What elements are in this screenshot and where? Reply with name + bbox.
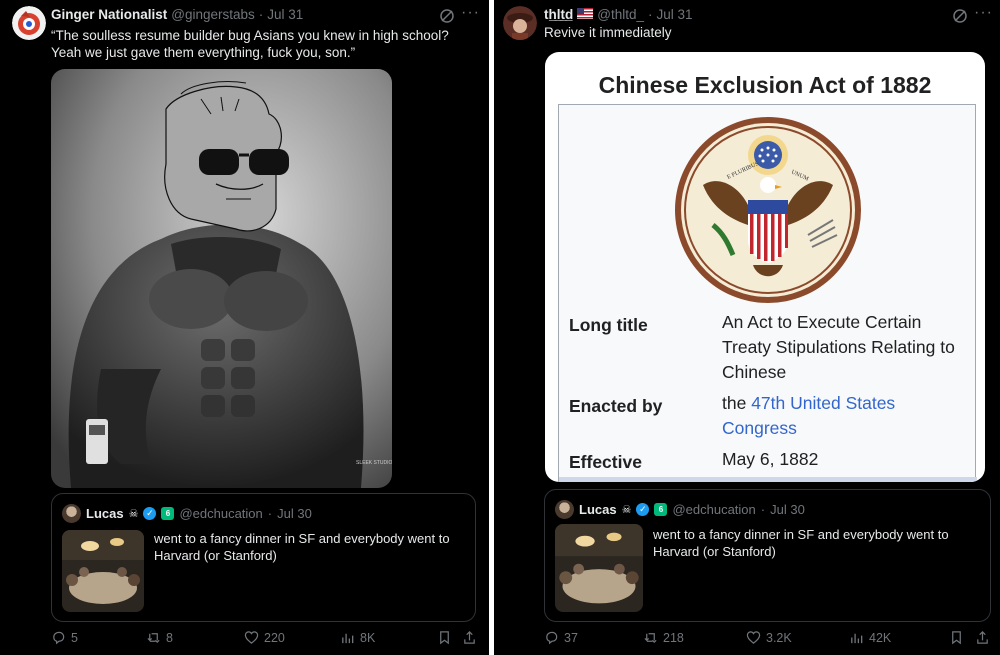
quoted-display-name[interactable]: Lucas bbox=[86, 506, 124, 521]
separator: · bbox=[267, 506, 273, 521]
timestamp[interactable]: Jul 31 bbox=[656, 7, 692, 22]
dinner-photo[interactable] bbox=[555, 524, 643, 612]
separator: · bbox=[258, 7, 264, 22]
repost-count: 8 bbox=[166, 630, 173, 645]
quoted-tweet-text: went to a fancy dinner in SF and everybo… bbox=[154, 531, 450, 563]
more-icon[interactable]: ··· bbox=[974, 4, 993, 22]
view-count: 8K bbox=[360, 630, 376, 645]
like-button[interactable]: 3.2K bbox=[746, 630, 792, 645]
enacted-by-prefix: the bbox=[722, 393, 752, 413]
display-name[interactable]: th̲l̲t̲d̲ bbox=[544, 7, 573, 22]
tweet-text: Revive it immediately bbox=[544, 25, 672, 40]
dinner-photo[interactable] bbox=[62, 530, 144, 612]
display-name[interactable]: Ginger Nationalist bbox=[51, 7, 167, 22]
row-label-long-title: Long title bbox=[569, 315, 648, 335]
views-button[interactable]: 8K bbox=[340, 630, 375, 645]
great-seal-image: E PLURIBUS UNUM bbox=[673, 115, 863, 305]
quoted-avatar[interactable] bbox=[62, 504, 81, 523]
quoted-tweet-text: went to a fancy dinner in SF and everybo… bbox=[653, 527, 949, 559]
handle[interactable]: @gingerstabs bbox=[171, 7, 255, 22]
quoted-tweet-header: Lucas ☠ ✓ 6 @edchucation · Jul 30 bbox=[62, 504, 312, 523]
meme-image[interactable]: SLEEK STUDIO bbox=[51, 69, 392, 488]
row-label-enacted-by: Enacted by bbox=[569, 396, 663, 416]
like-count: 220 bbox=[264, 630, 285, 645]
views-button[interactable]: 42K bbox=[849, 630, 891, 645]
quoted-timestamp[interactable]: Jul 30 bbox=[770, 502, 805, 517]
bookmark-icon[interactable] bbox=[437, 630, 452, 645]
right-tweet: th̲l̲t̲d̲ @thltd_ · Jul 31 ··· Revive it… bbox=[494, 0, 1000, 655]
reply-count: 5 bbox=[71, 630, 78, 645]
tweet-header: Ginger Nationalist @gingerstabs · Jul 31 bbox=[51, 7, 303, 22]
pirate-flag-icon: ☠ bbox=[128, 508, 139, 520]
infobox-next-row-strip bbox=[559, 477, 977, 482]
views-icon bbox=[342, 633, 354, 644]
quoted-tweet[interactable]: Lucas ☠ ✓ 6 @edchucation · Jul 30 went t… bbox=[544, 489, 991, 622]
repost-icon bbox=[644, 633, 657, 644]
views-icon bbox=[851, 633, 863, 644]
row-value-long-title: An Act to Execute Certain Treaty Stipula… bbox=[722, 312, 955, 382]
tweet-text: “The soulless resume builder bug Asians … bbox=[51, 28, 449, 60]
left-tweet: Ginger Nationalist @gingerstabs · Jul 31… bbox=[0, 0, 489, 655]
action-bar: 5 8 220 8K bbox=[0, 630, 489, 650]
share-icon[interactable] bbox=[975, 630, 990, 645]
handle[interactable]: @thltd_ bbox=[597, 7, 644, 22]
share-icon[interactable] bbox=[462, 630, 477, 645]
quoted-timestamp[interactable]: Jul 30 bbox=[277, 506, 312, 521]
like-icon bbox=[244, 631, 259, 644]
reply-button[interactable]: 37 bbox=[544, 630, 578, 645]
affiliate-badge-icon: 6 bbox=[654, 503, 668, 516]
bookmark-icon[interactable] bbox=[949, 630, 964, 645]
tweet-header: th̲l̲t̲d̲ @thltd_ · Jul 31 bbox=[544, 7, 693, 22]
repost-button[interactable]: 218 bbox=[643, 630, 684, 645]
wikipedia-infobox-image[interactable]: Chinese Exclusion Act of 1882 E PLURIBUS… bbox=[545, 52, 985, 482]
like-button[interactable]: 220 bbox=[244, 630, 285, 645]
verified-badge-icon: ✓ bbox=[143, 507, 157, 520]
gigachad-meme-illustration: SLEEK STUDIO bbox=[51, 69, 392, 488]
repost-button[interactable]: 8 bbox=[146, 630, 173, 645]
reply-icon bbox=[546, 631, 558, 645]
watermark: SLEEK STUDIO bbox=[356, 460, 392, 466]
row-value-effective: May 6, 1882 bbox=[722, 449, 819, 469]
avatar[interactable] bbox=[503, 6, 537, 40]
affiliate-badge-icon: 6 bbox=[161, 507, 175, 520]
grok-icon[interactable] bbox=[439, 8, 455, 24]
row-label-effective: Effective bbox=[569, 452, 642, 472]
document-title: Chinese Exclusion Act of 1882 bbox=[598, 72, 932, 98]
more-icon[interactable]: ··· bbox=[461, 4, 480, 22]
reply-icon bbox=[53, 631, 65, 645]
verified-badge-icon: ✓ bbox=[636, 503, 650, 516]
avatar[interactable] bbox=[12, 6, 46, 40]
quoted-tweet-header: Lucas ☠ ✓ 6 @edchucation · Jul 30 bbox=[555, 500, 805, 519]
quoted-display-name[interactable]: Lucas bbox=[579, 502, 617, 517]
repost-icon bbox=[147, 633, 160, 644]
grok-icon[interactable] bbox=[952, 8, 968, 24]
separator: · bbox=[760, 502, 766, 517]
like-count: 3.2K bbox=[766, 630, 792, 645]
view-count: 42K bbox=[869, 630, 892, 645]
infobox: E PLURIBUS UNUM Long title An Act to Exe… bbox=[558, 104, 977, 482]
quoted-avatar[interactable] bbox=[555, 500, 574, 519]
quoted-handle[interactable]: @edchucation bbox=[672, 502, 755, 517]
reply-count: 37 bbox=[564, 630, 578, 645]
action-bar: 37 218 3.2K 42K bbox=[494, 630, 1000, 650]
quoted-tweet[interactable]: Lucas ☠ ✓ 6 @edchucation · Jul 30 went t… bbox=[51, 493, 476, 622]
quoted-handle[interactable]: @edchucation bbox=[179, 506, 262, 521]
separator: · bbox=[647, 7, 653, 22]
pirate-flag-icon: ☠ bbox=[621, 504, 632, 516]
us-flag-icon bbox=[577, 7, 594, 22]
like-icon bbox=[746, 631, 761, 644]
timestamp[interactable]: Jul 31 bbox=[267, 7, 303, 22]
repost-count: 218 bbox=[663, 630, 684, 645]
reply-button[interactable]: 5 bbox=[51, 630, 78, 645]
row-value-enacted-by: the 47th United States Congress bbox=[722, 391, 967, 441]
